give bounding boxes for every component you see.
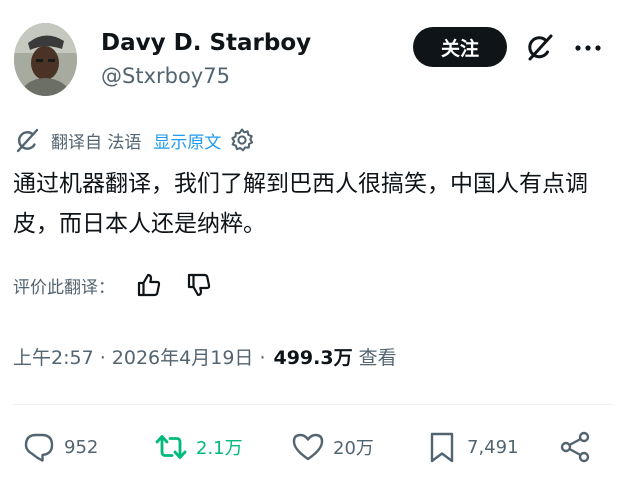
more-icon[interactable] xyxy=(573,36,603,60)
bookmark-icon xyxy=(430,432,454,463)
avatar-image xyxy=(14,23,77,96)
tweet-meta: 上午2:57 · 2026年4月19日 · 499.3万 查看 xyxy=(13,340,397,372)
retweet-icon xyxy=(155,435,187,459)
reply-button[interactable]: 952 xyxy=(22,428,98,466)
share-button[interactable] xyxy=(558,428,592,466)
translated-from-label: 翻译自 法语 xyxy=(51,132,142,153)
gear-icon[interactable] xyxy=(229,127,255,153)
tweet-text: 通过机器翻译，我们了解到巴西人很搞笑，中国人有点调皮，而日本人还是纳粹。 xyxy=(13,171,588,237)
author-handle[interactable]: @Stxrboy75 xyxy=(101,64,230,88)
follow-button[interactable]: 关注 xyxy=(413,27,507,67)
reply-icon xyxy=(24,433,54,462)
author-name[interactable]: Davy D. Starboy xyxy=(101,30,311,56)
rate-translation-bar: 评价此翻译： xyxy=(13,270,213,300)
share-icon xyxy=(560,431,590,463)
like-count: 20万 xyxy=(333,438,374,459)
retweet-count: 2.1万 xyxy=(196,438,243,459)
bookmark-button[interactable]: 7,491 xyxy=(425,428,519,466)
grok-icon[interactable] xyxy=(523,31,555,63)
show-original-link[interactable]: 显示原文 xyxy=(153,128,221,153)
translate-icon xyxy=(16,128,39,153)
thumb-up-icon[interactable] xyxy=(135,271,163,299)
divider xyxy=(13,404,613,405)
rate-translation-label: 评价此翻译： xyxy=(13,277,115,298)
heart-icon xyxy=(292,433,324,461)
bookmark-count: 7,491 xyxy=(467,436,519,458)
views-label: 查看 xyxy=(358,346,397,369)
thumb-down-icon[interactable] xyxy=(185,271,213,299)
views-count: 499.3万 xyxy=(273,346,353,369)
like-button[interactable]: 20万 xyxy=(291,428,374,466)
avatar[interactable] xyxy=(14,23,77,96)
retweet-button[interactable]: 2.1万 xyxy=(154,428,243,466)
translation-bar: 翻译自 法语 显示原文 xyxy=(13,125,255,155)
reply-count: 952 xyxy=(64,436,99,458)
timestamp[interactable]: 上午2:57 · 2026年4月19日 · xyxy=(13,343,265,370)
